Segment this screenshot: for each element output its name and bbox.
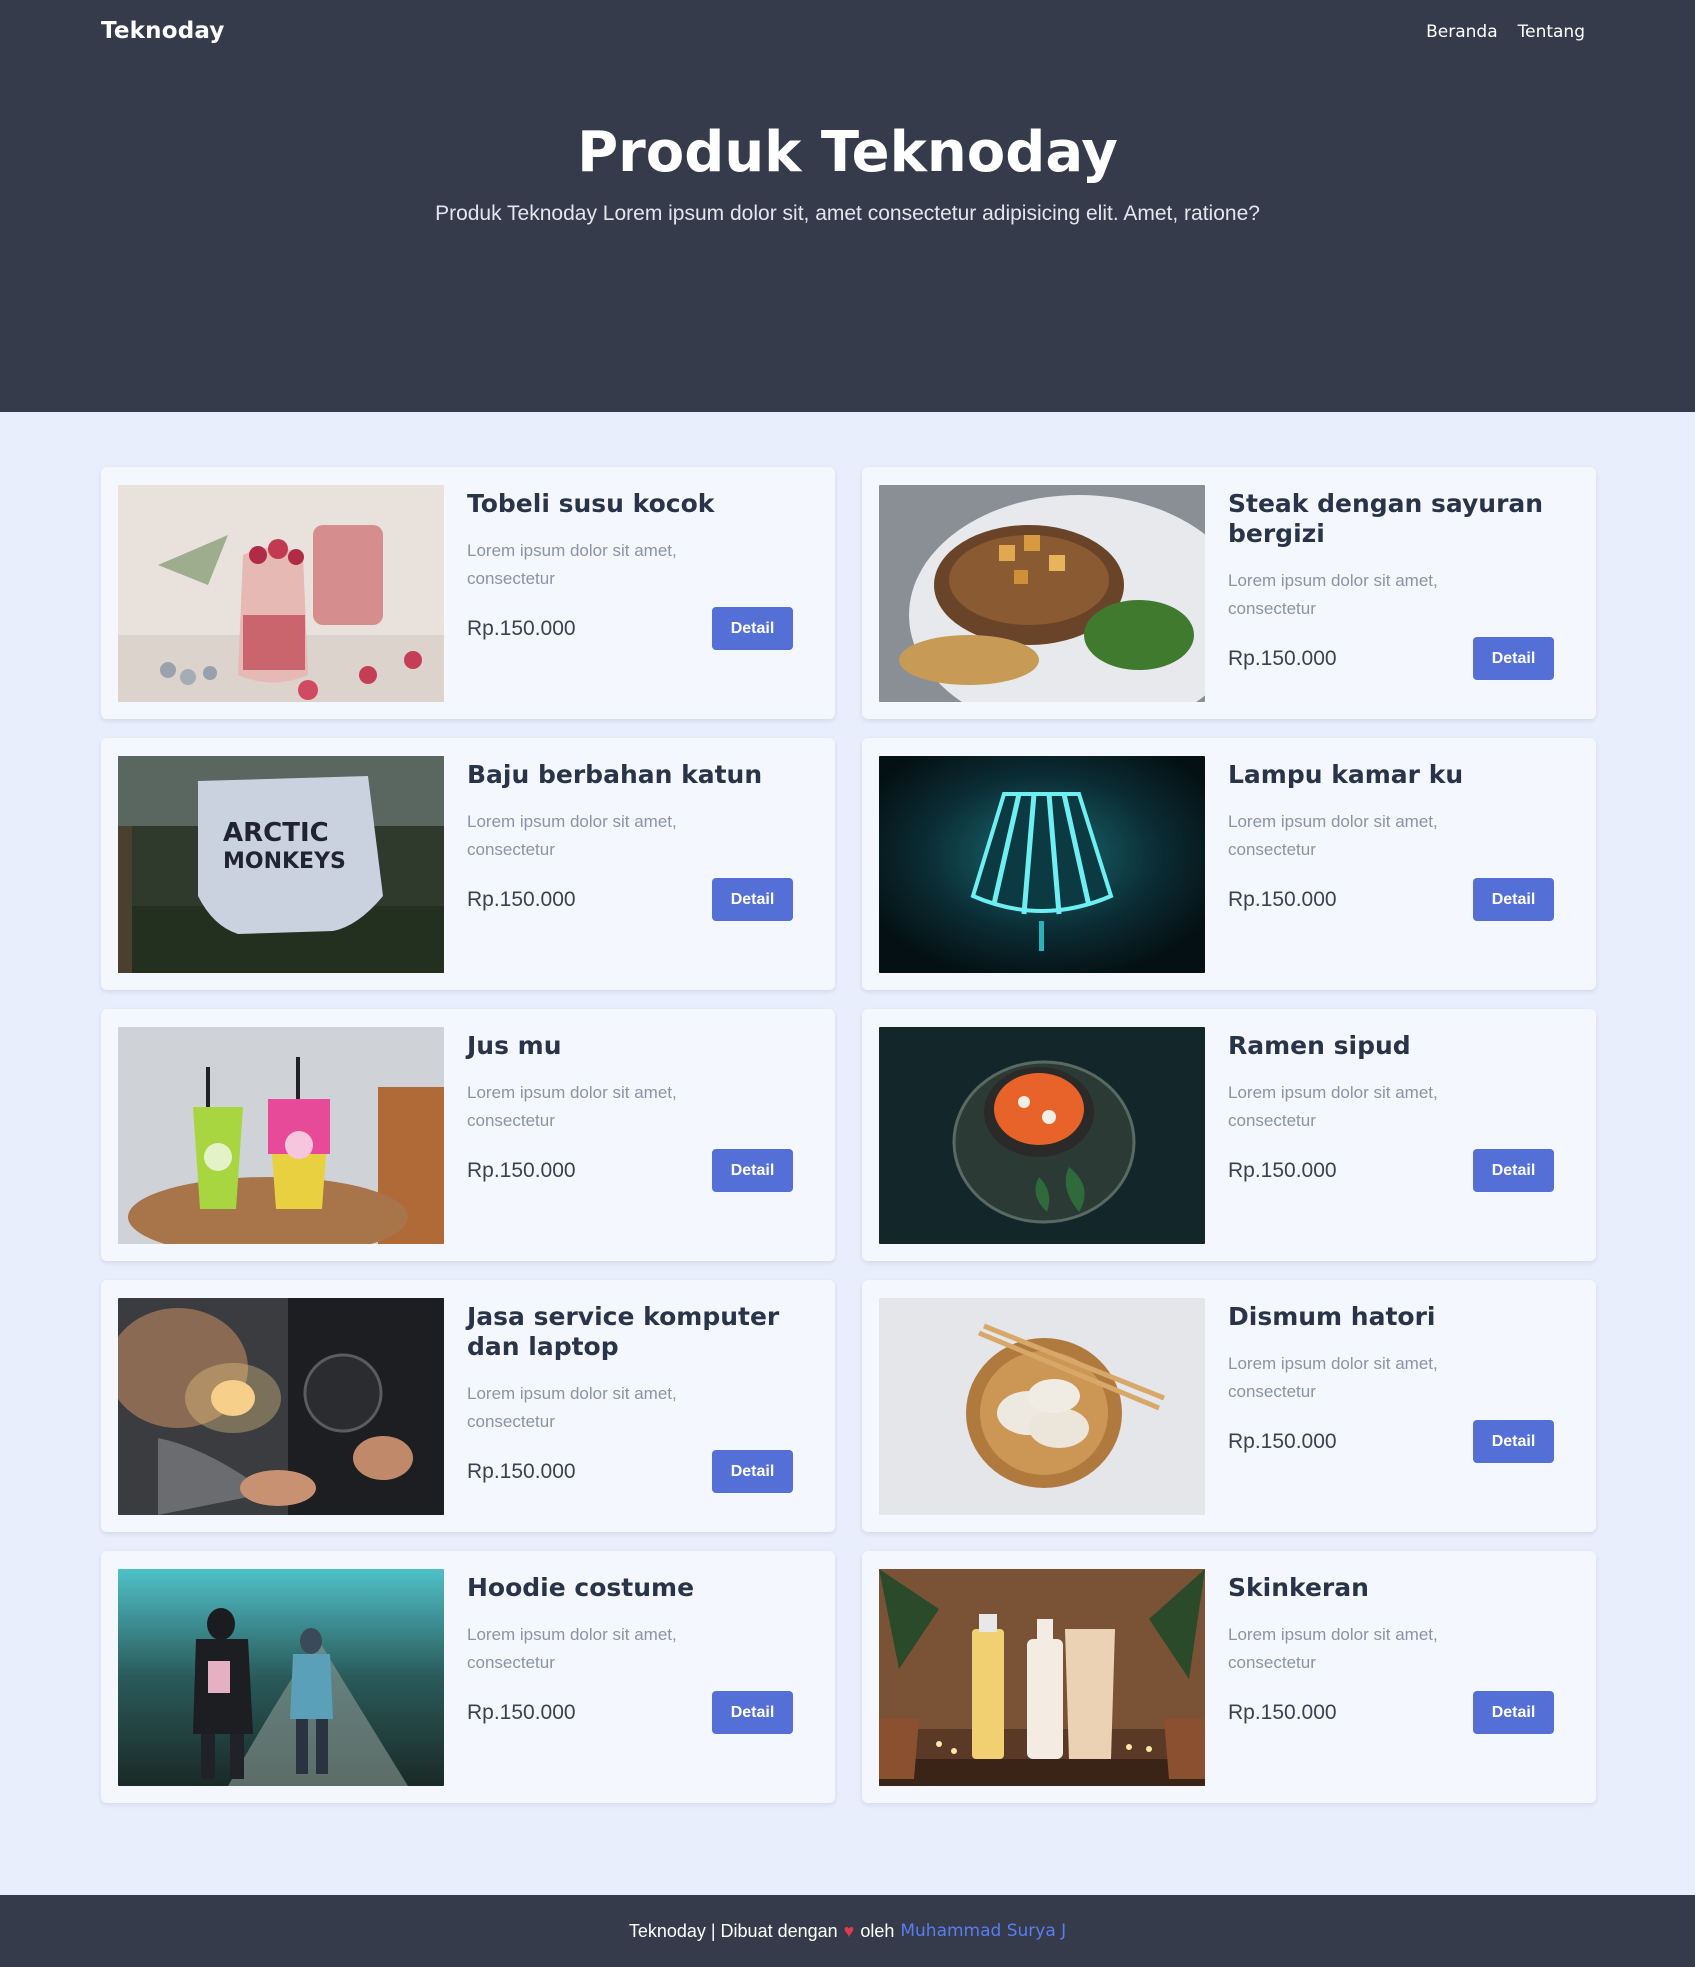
product-title: Jus mu [467, 1031, 562, 1060]
detail-button[interactable]: Detail [1473, 637, 1554, 680]
product-description: Lorem ipsum dolor sit amet, consectetur [467, 812, 677, 859]
product-title: Baju berbahan katun [467, 760, 763, 789]
detail-button[interactable]: Detail [1473, 1420, 1554, 1463]
product-price: Rp.150.000 [1228, 1158, 1337, 1182]
product-description: Lorem ipsum dolor sit amet, consectetur [1228, 1083, 1438, 1130]
juice-cups-image [118, 1027, 444, 1244]
detail-button[interactable]: Detail [712, 607, 793, 650]
product-description: Lorem ipsum dolor sit amet, consectetur [1228, 571, 1438, 618]
product-description: Lorem ipsum dolor sit amet, consectetur [467, 541, 677, 588]
product-price: Rp.150.000 [1228, 646, 1337, 670]
product-price: Rp.150.000 [467, 616, 576, 640]
hero-subtitle: Produk Teknoday Lorem ipsum dolor sit, a… [435, 202, 1260, 225]
product-card: ARCTIC MONKEYS Baju berbahan katun Lorem… [101, 738, 835, 990]
detail-button[interactable]: Detail [1473, 878, 1554, 921]
product-title: Lampu kamar ku [1228, 760, 1464, 789]
product-description: Lorem ipsum dolor sit amet, consectetur [467, 1384, 677, 1431]
product-card: Ramen sipud Lorem ipsum dolor sit amet, … [862, 1009, 1596, 1261]
detail-button[interactable]: Detail [712, 1450, 793, 1493]
smoothie-jars-image [118, 485, 444, 702]
product-price: Rp.150.000 [1228, 887, 1337, 911]
svg-text:MONKEYS: MONKEYS [223, 849, 346, 874]
product-card: Hoodie costume Lorem ipsum dolor sit ame… [101, 1551, 835, 1803]
detail-button[interactable]: Detail [712, 1691, 793, 1734]
product-description: Lorem ipsum dolor sit amet, consectetur [1228, 1625, 1438, 1672]
product-title: Hoodie costume [467, 1573, 695, 1602]
product-description: Lorem ipsum dolor sit amet, consectetur [1228, 1354, 1438, 1401]
product-price: Rp.150.000 [1228, 1700, 1337, 1724]
footer-text: Teknoday | Dibuat dengan [628, 1920, 838, 1941]
heart-icon: ♥ [843, 1920, 855, 1941]
product-card: Dismum hatori Lorem ipsum dolor sit amet… [862, 1280, 1596, 1532]
dumplings-image [879, 1298, 1205, 1515]
nav-link-about[interactable]: Tentang [1518, 22, 1585, 42]
detail-button[interactable]: Detail [1473, 1691, 1554, 1734]
main-nav: Beranda Tentang [1426, 22, 1585, 42]
product-title: Jasa service komputer dan laptop [467, 1302, 780, 1361]
product-description: Lorem ipsum dolor sit amet, consectetur [1228, 812, 1438, 859]
product-card: Steak dengan sayuran bergizi Lorem ipsum… [862, 467, 1596, 719]
tshirt-image: ARCTIC MONKEYS [118, 756, 444, 973]
product-title: Tobeli susu kocok [467, 489, 715, 518]
product-card: Tobeli susu kocok Lorem ipsum dolor sit … [101, 467, 835, 719]
product-card: Skinkeran Lorem ipsum dolor sit amet, co… [862, 1551, 1596, 1803]
site-header: Teknoday Beranda Tentang Produk Teknoday… [0, 0, 1695, 412]
site-footer: Teknoday | Dibuat dengan ♥ oleh Muhammad… [0, 1895, 1695, 1967]
product-price: Rp.150.000 [467, 1459, 576, 1483]
product-card: Lampu kamar ku Lorem ipsum dolor sit ame… [862, 738, 1596, 990]
product-title: Skinkeran [1228, 1573, 1369, 1602]
product-description: Lorem ipsum dolor sit amet, consectetur [467, 1625, 677, 1672]
author-link[interactable]: Muhammad Surya J [900, 1921, 1066, 1941]
svg-text:ARCTIC: ARCTIC [223, 818, 329, 848]
product-price: Rp.150.000 [467, 1158, 576, 1182]
product-title: Steak dengan sayuran bergizi [1228, 489, 1544, 548]
detail-button[interactable]: Detail [712, 1149, 793, 1192]
lamp-image [879, 756, 1205, 973]
computer-repair-image [118, 1298, 444, 1515]
steak-plate-image [879, 485, 1205, 702]
product-title: Dismum hatori [1228, 1302, 1436, 1331]
footer-by: oleh [860, 1920, 895, 1941]
nav-link-home[interactable]: Beranda [1426, 22, 1498, 42]
product-price: Rp.150.000 [1228, 1429, 1337, 1453]
product-grid: Tobeli susu kocok Lorem ipsum dolor sit … [101, 467, 1596, 1803]
product-card: Jus mu Lorem ipsum dolor sit amet, conse… [101, 1009, 835, 1261]
brand-logo[interactable]: Teknoday [101, 18, 225, 44]
product-price: Rp.150.000 [467, 887, 576, 911]
detail-button[interactable]: Detail [1473, 1149, 1554, 1192]
skincare-bottles-image [879, 1569, 1205, 1786]
detail-button[interactable]: Detail [712, 878, 793, 921]
product-card: Jasa service komputer dan laptop Lorem i… [101, 1280, 835, 1532]
ramen-bowl-image [879, 1027, 1205, 1244]
product-title: Ramen sipud [1228, 1031, 1411, 1060]
hoodie-walkers-image [118, 1569, 444, 1786]
product-price: Rp.150.000 [467, 1700, 576, 1724]
hero-title: Produk Teknoday [577, 120, 1118, 185]
product-description: Lorem ipsum dolor sit amet, consectetur [467, 1083, 677, 1130]
